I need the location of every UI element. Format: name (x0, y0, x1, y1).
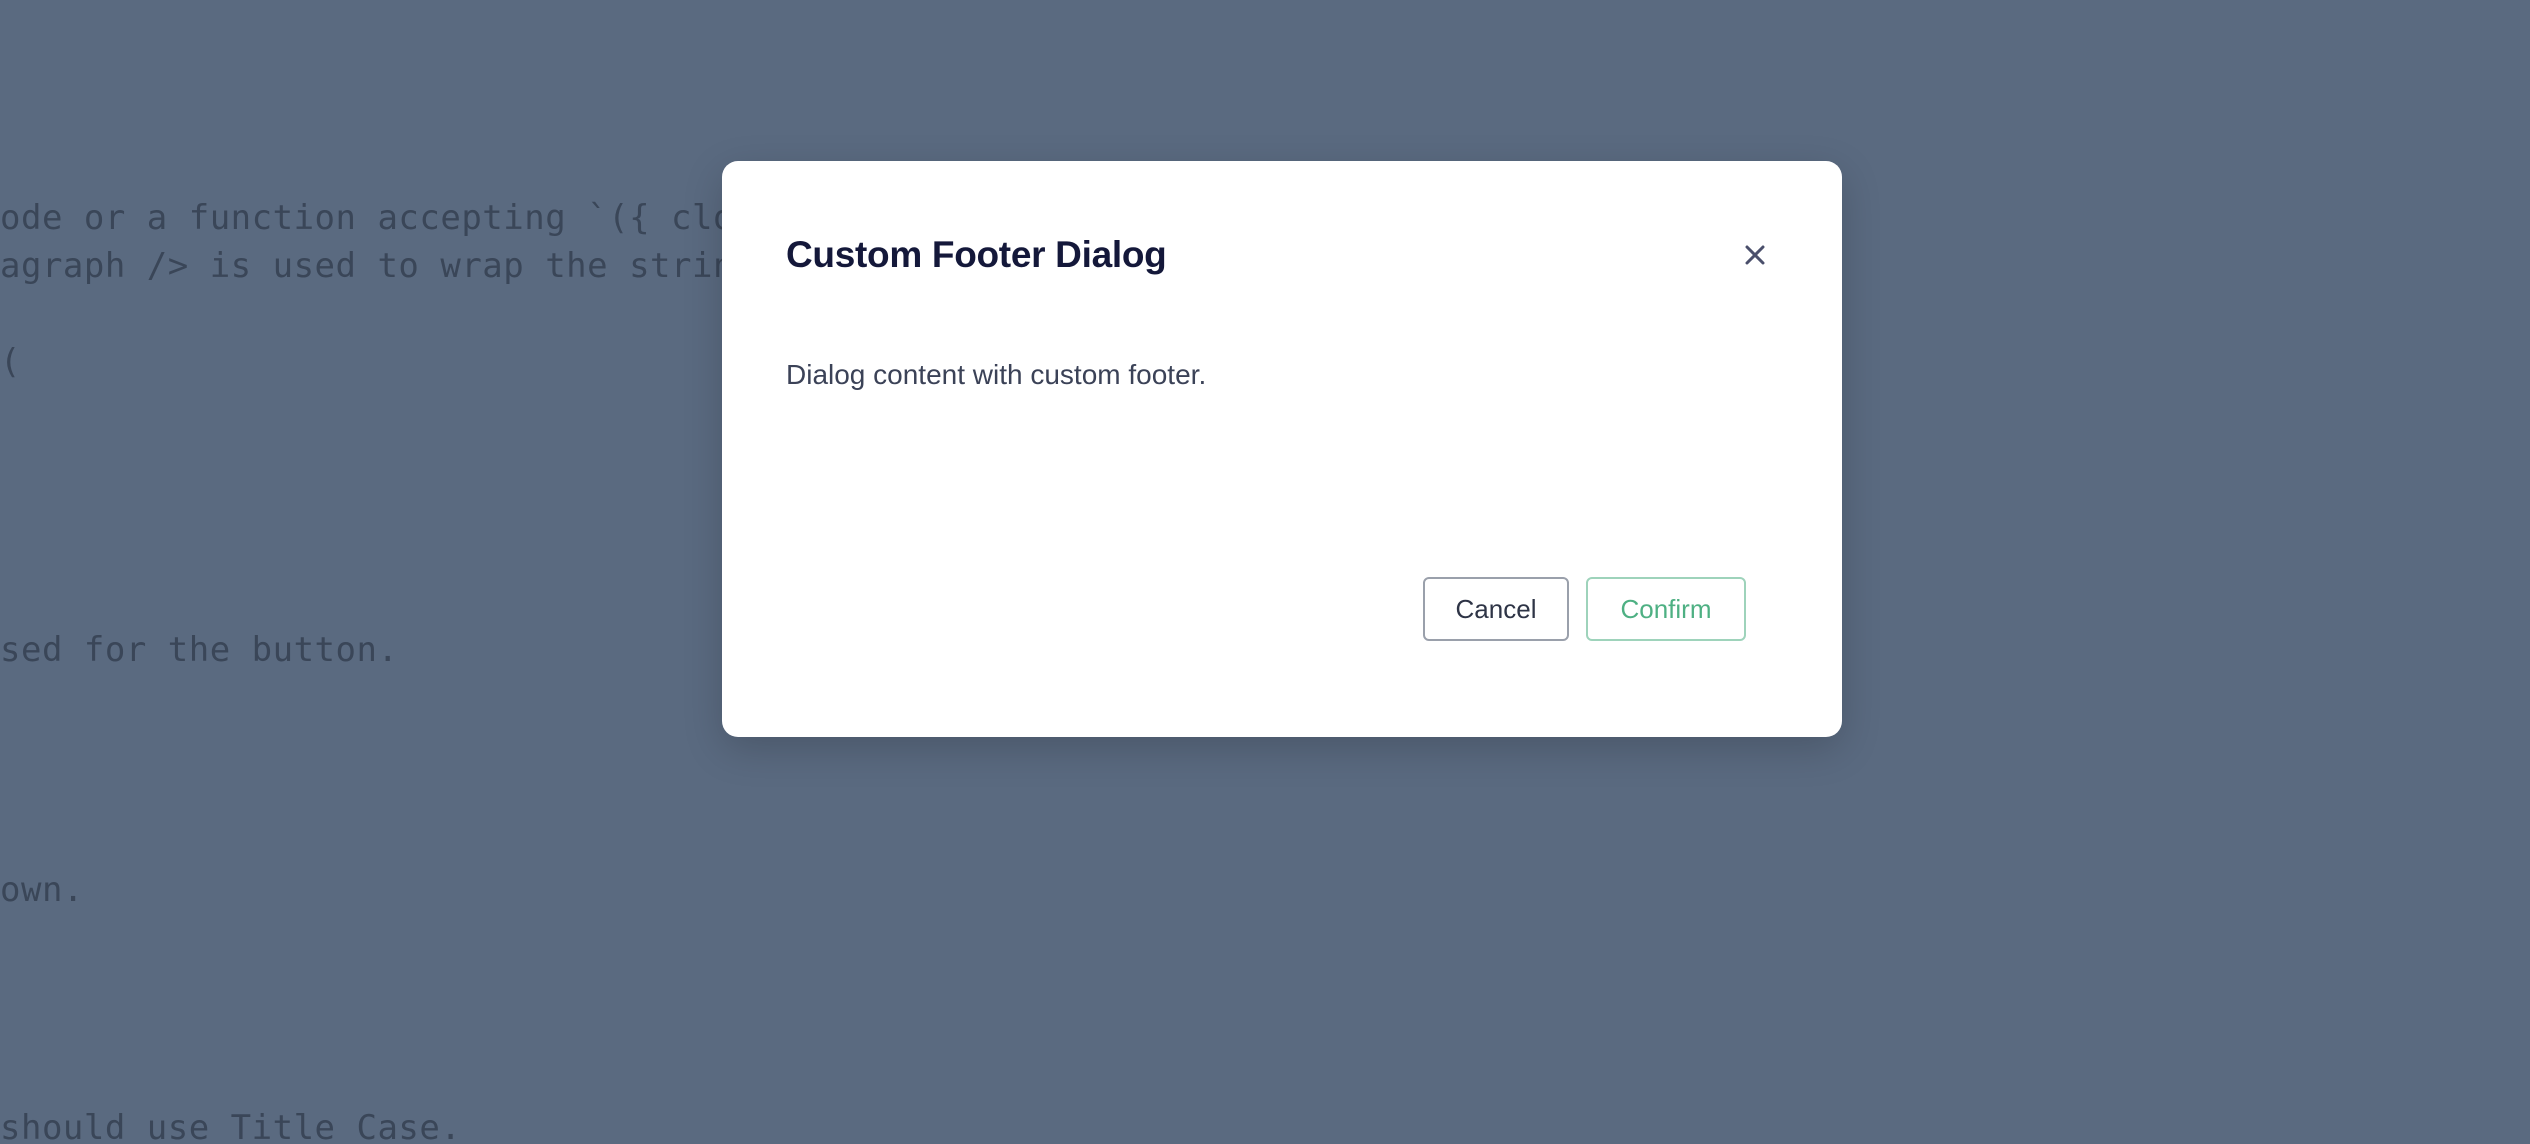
confirm-button[interactable]: Confirm (1586, 577, 1746, 641)
cancel-button[interactable]: Cancel (1423, 577, 1569, 641)
dialog-footer: Cancel Confirm (1423, 577, 1746, 641)
dialog-body-text: Dialog content with custom footer. (786, 359, 1207, 390)
custom-footer-dialog: Custom Footer Dialog Dialog content with… (722, 161, 1842, 737)
dialog-title: Custom Footer Dialog (786, 234, 1167, 275)
close-icon (1744, 244, 1766, 269)
close-button[interactable] (1738, 239, 1772, 273)
